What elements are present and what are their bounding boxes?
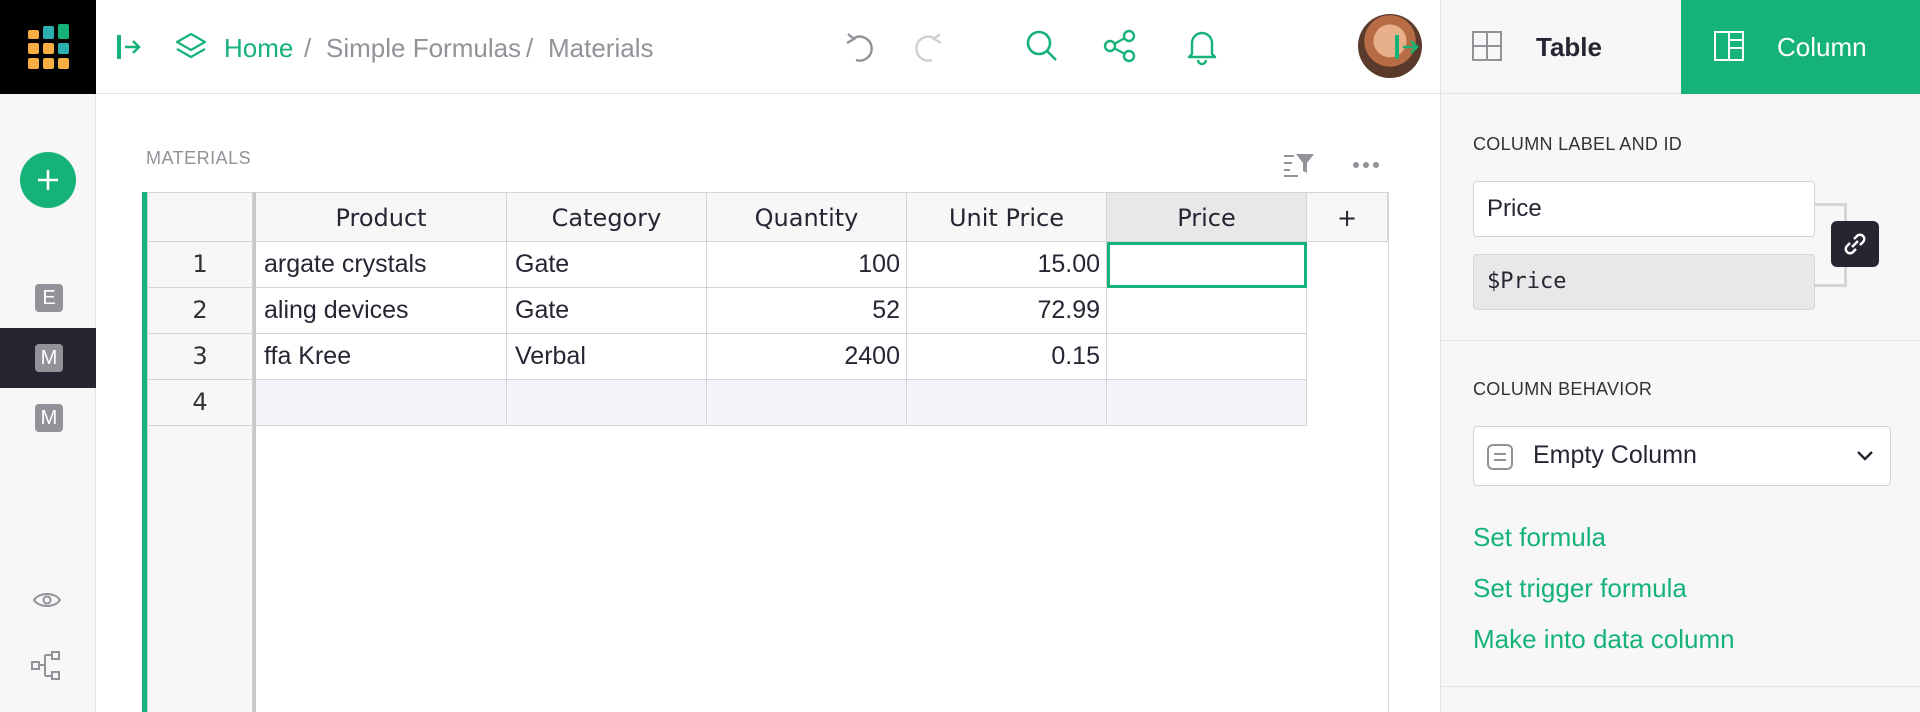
row-number[interactable]: 1 [147,242,253,288]
search-icon[interactable] [1024,28,1060,64]
grist-logo-icon [28,24,69,69]
column-behavior-value: Empty Column [1533,441,1697,469]
table-grid-icon [1471,30,1503,62]
cell-new-row[interactable] [707,380,907,426]
row-number-gutter [147,426,253,712]
raw-data-eye-icon[interactable] [32,590,62,610]
row-number[interactable]: 3 [147,334,253,380]
column-header-category[interactable]: Category [507,192,707,242]
breadcrumb-document[interactable]: Simple Formulas [326,30,521,66]
tab-table[interactable]: Table [1441,0,1681,94]
collapse-right-panel-icon[interactable] [1392,32,1422,62]
redo-icon[interactable] [908,28,944,66]
code-view-tree-icon[interactable] [30,650,66,682]
column-label-heading: COLUMN LABEL AND ID [1473,134,1683,154]
undo-icon[interactable] [844,28,880,66]
collapse-left-panel-icon[interactable] [114,32,144,62]
row-number[interactable]: 2 [147,288,253,334]
cell-category[interactable]: Verbal [507,334,707,380]
cell-price[interactable] [1107,334,1307,380]
cell-new-row[interactable] [507,380,707,426]
cell-quantity[interactable]: 2400 [707,334,907,380]
cell-new-row[interactable] [907,380,1107,426]
link-icon [1844,233,1866,255]
column-id-input[interactable]: $Price [1473,254,1815,310]
cell-new-row[interactable] [256,380,507,426]
column-behavior-select[interactable]: Empty Column [1473,426,1891,486]
add-column-button[interactable]: + [1307,192,1388,242]
make-data-column-link[interactable]: Make into data column [1473,624,1735,655]
row-number-new[interactable]: 4 [147,380,253,426]
plus-icon [38,170,58,190]
column-label-input[interactable]: Price [1473,181,1815,237]
cell-price[interactable] [1107,288,1307,334]
breadcrumb-separator: / [526,33,534,63]
top-bar: Home / Simple Formulas / Materials [96,0,1440,94]
left-nav: E M M [0,94,96,712]
page-icon-e[interactable]: E [35,284,63,312]
cell-category[interactable]: Gate [507,242,707,288]
add-new-button[interactable] [20,152,76,208]
cell-product[interactable]: argate crystals [256,242,507,288]
set-formula-link[interactable]: Set formula [1473,522,1606,553]
empty-column-icon [1486,443,1514,471]
divider [1441,686,1920,687]
link-label-id-button[interactable] [1831,221,1879,267]
cell-product[interactable]: ffa Kree [256,334,507,380]
breadcrumb-separator: / [304,33,312,63]
right-panel: Table Column COLUMN LABEL AND ID Price $… [1440,0,1920,712]
breadcrumb-home[interactable]: Home [224,30,293,66]
share-icon[interactable] [1102,28,1138,64]
divider [1441,340,1920,341]
column-header-product[interactable]: Product [256,192,507,242]
cell-new-row[interactable] [1107,380,1307,426]
notifications-bell-icon[interactable] [1184,26,1220,66]
section-border [1388,192,1389,712]
section-title[interactable]: MATERIALS [146,148,251,169]
cell-quantity[interactable]: 52 [707,288,907,334]
more-options-icon[interactable] [1352,160,1380,170]
page-icon-m-selected[interactable]: M [35,344,63,372]
column-header-unit-price[interactable]: Unit Price [907,192,1107,242]
layers-icon [174,30,208,64]
set-trigger-formula-link[interactable]: Set trigger formula [1473,573,1687,604]
column-icon [1713,30,1745,62]
tab-column-label: Column [1777,32,1867,62]
cell-unit-price[interactable]: 15.00 [907,242,1107,288]
tab-table-label: Table [1536,32,1602,62]
logo[interactable] [0,0,96,94]
grid-corner[interactable] [147,192,253,242]
column-header-quantity[interactable]: Quantity [707,192,907,242]
cell-price-selected[interactable] [1107,242,1307,288]
cell-unit-price[interactable]: 72.99 [907,288,1107,334]
column-header-price[interactable]: Price [1107,192,1307,242]
breadcrumb-page[interactable]: Materials [548,30,653,66]
chevron-down-icon [1856,449,1874,463]
column-behavior-heading: COLUMN BEHAVIOR [1473,379,1653,399]
page-icon-m[interactable]: M [35,404,63,432]
cell-unit-price[interactable]: 0.15 [907,334,1107,380]
tab-column[interactable]: Column [1681,0,1920,94]
sort-filter-icon[interactable] [1282,150,1316,178]
cell-product[interactable]: aling devices [256,288,507,334]
cell-category[interactable]: Gate [507,288,707,334]
cell-quantity[interactable]: 100 [707,242,907,288]
